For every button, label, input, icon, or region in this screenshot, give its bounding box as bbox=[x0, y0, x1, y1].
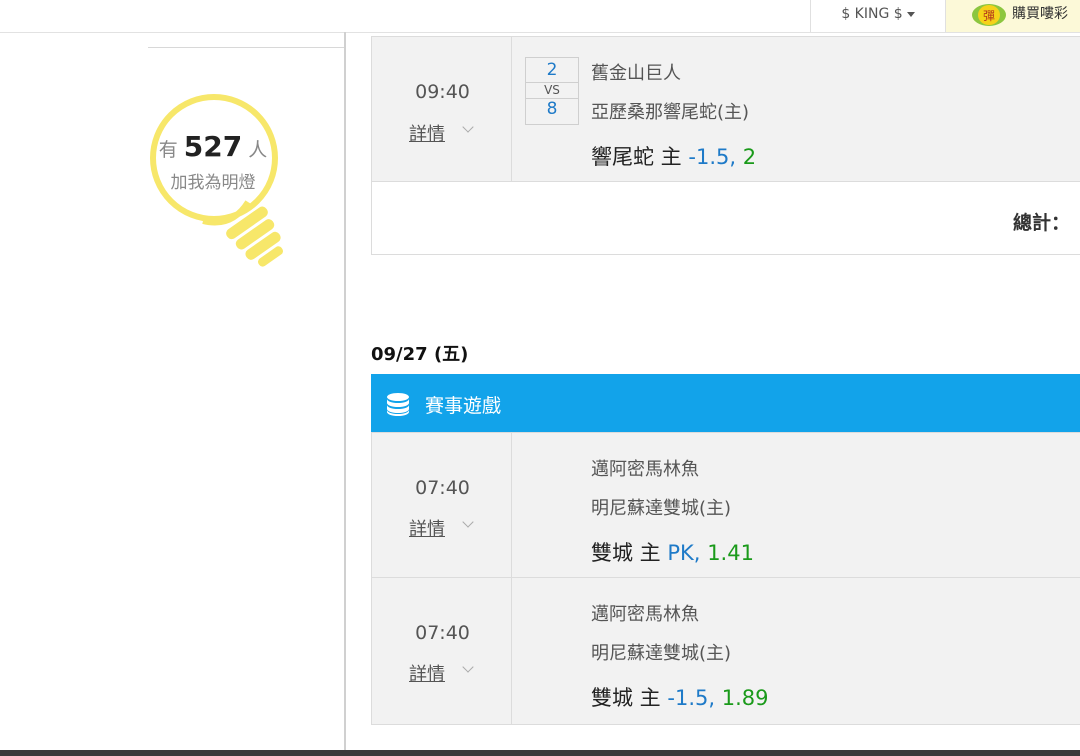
pick-line: 響尾蛇 主 -1.5, 2 bbox=[591, 141, 756, 171]
home-team: 明尼蘇達雙城(主) bbox=[591, 643, 732, 664]
detail-link[interactable]: 詳情 bbox=[409, 120, 445, 146]
coin-stack-icon bbox=[387, 393, 409, 416]
vs-label: VS bbox=[526, 82, 578, 99]
away-team: 舊金山巨人 bbox=[591, 63, 681, 84]
pick-odds: 1.89 bbox=[721, 686, 769, 710]
lottery-badge-glyph: 彈 bbox=[983, 9, 995, 23]
pick-team: 雙城 主 bbox=[591, 686, 661, 710]
left-divider bbox=[148, 47, 345, 48]
section-title: 賽事遊戲 bbox=[425, 395, 502, 417]
pick-handicap: PK, bbox=[667, 541, 701, 565]
away-team: 邁阿密馬林魚 bbox=[591, 459, 699, 480]
buy-lottery-label: 購買嘍彩 bbox=[1012, 6, 1068, 22]
detail-link[interactable]: 詳情 bbox=[409, 660, 445, 686]
match-time: 07:40 bbox=[415, 622, 470, 644]
chevron-down-icon[interactable] bbox=[462, 516, 474, 528]
match-time: 07:40 bbox=[415, 477, 470, 499]
taskbar-edge bbox=[0, 750, 1080, 756]
match-time: 09:40 bbox=[415, 81, 470, 103]
home-score: 8 bbox=[546, 99, 558, 119]
fan-count: 527 bbox=[183, 130, 243, 163]
caret-down-icon bbox=[906, 11, 915, 17]
fan-count-suffix: 人 bbox=[248, 139, 268, 161]
pick-team: 響尾蛇 主 bbox=[591, 145, 682, 169]
fan-count-prefix: 有 bbox=[158, 139, 178, 161]
section-header: 賽事遊戲 bbox=[371, 374, 1080, 432]
pick-line: 雙城 主 -1.5, 1.89 bbox=[591, 682, 768, 712]
home-team: 明尼蘇達雙城(主) bbox=[591, 498, 732, 519]
away-score: 2 bbox=[546, 60, 558, 80]
user-menu-label: $ KING $ bbox=[841, 6, 903, 22]
pick-odds: 2 bbox=[742, 145, 757, 169]
total-row: 總計： bbox=[371, 181, 1080, 255]
away-team: 邁阿密馬林魚 bbox=[591, 604, 699, 625]
fan-count-line: 有 527 人 bbox=[148, 130, 278, 163]
pick-line: 雙城 主 PK, 1.41 bbox=[591, 537, 754, 567]
fan-subtitle: 加我為明燈 bbox=[170, 173, 256, 193]
match-row: 07:40 詳情 邁阿密馬林魚 明尼蘇達雙城(主) 雙城 主 PK, 1.41 bbox=[371, 432, 1080, 578]
user-menu-dropdown[interactable]: $ KING $ bbox=[810, 0, 946, 32]
date-heading: 09/27 (五) bbox=[371, 344, 469, 365]
match-row: 07:40 詳情 邁阿密馬林魚 明尼蘇達雙城(主) 雙城 主 -1.5, 1.8… bbox=[371, 577, 1080, 725]
match-time-cell: 09:40 詳情 bbox=[371, 37, 512, 182]
pick-handicap: -1.5, bbox=[667, 686, 716, 710]
top-bar: $ KING $ 彈 購買嘍彩 bbox=[0, 0, 1080, 33]
home-team: 亞歷桑那響尾蛇(主) bbox=[591, 102, 750, 123]
lottery-badge-icon: 彈 bbox=[972, 4, 1006, 26]
chevron-down-icon[interactable] bbox=[462, 661, 474, 673]
detail-link[interactable]: 詳情 bbox=[409, 515, 445, 541]
buy-lottery-button[interactable]: 彈 購買嘍彩 bbox=[946, 0, 1080, 32]
left-panel-border bbox=[344, 32, 346, 756]
chevron-down-icon[interactable] bbox=[462, 121, 474, 133]
pick-team: 雙城 主 bbox=[591, 541, 661, 565]
total-label: 總計： bbox=[1012, 212, 1070, 234]
scoreboard: 2 VS 8 bbox=[525, 57, 579, 125]
pick-odds: 1.41 bbox=[707, 541, 754, 565]
match-time-cell: 07:40 詳情 bbox=[371, 433, 512, 578]
match-time-cell: 07:40 詳情 bbox=[371, 578, 512, 724]
pick-handicap: -1.5, bbox=[688, 145, 737, 169]
match-row: 09:40 詳情 2 VS 8 舊金山巨人 亞歷桑那響尾蛇(主) 響尾蛇 主 -… bbox=[371, 36, 1080, 182]
